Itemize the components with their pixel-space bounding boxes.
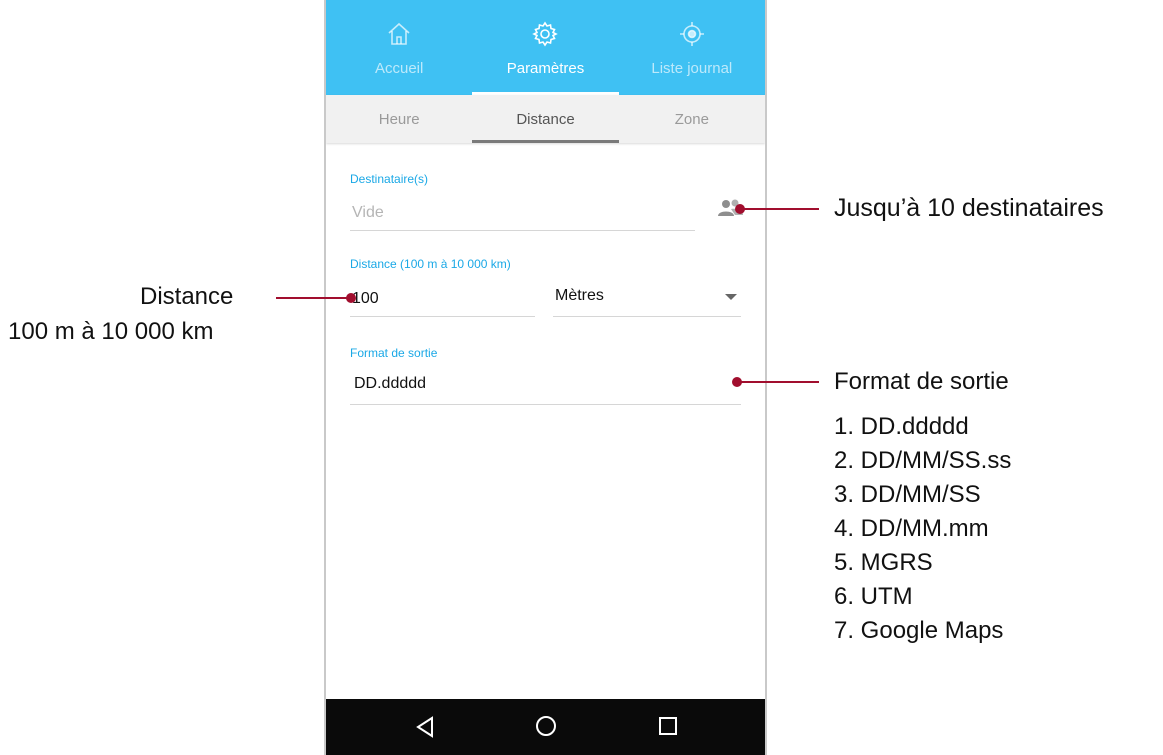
subtab-distance-label: Distance	[516, 110, 575, 128]
format-option: 5. MGRS	[834, 549, 933, 576]
format-value: DD.ddddd	[354, 375, 427, 392]
subtab-heure[interactable]: Heure	[326, 95, 472, 143]
format-option: 4. DD/MM.mm	[834, 515, 989, 542]
format-select[interactable]: DD.ddddd	[350, 370, 741, 405]
distance-input[interactable]: 100	[350, 282, 535, 317]
recipients-note: Jusqu’à 10 destinataires	[834, 194, 1104, 222]
distance-callout-dot	[346, 293, 356, 303]
format-label: Format de sortie	[350, 346, 438, 360]
subtab-zone-label: Zone	[674, 110, 709, 128]
recipients-callout-line	[743, 208, 819, 210]
recents-icon[interactable]	[658, 716, 678, 741]
format-option: 2. DD/MM/SS.ss	[834, 447, 1012, 474]
distance-callout-range: 100 m à 10 000 km	[8, 318, 214, 345]
subtab-distance[interactable]: Distance	[472, 95, 619, 143]
gear-icon	[532, 20, 559, 48]
recipients-label: Destinataire(s)	[350, 172, 429, 186]
distance-label: Distance (100 m à 10 000 km)	[350, 257, 511, 271]
format-option: 1. DD.ddddd	[834, 413, 969, 440]
distance-value: 100	[352, 290, 379, 307]
tab-parametres[interactable]: Paramètres	[472, 0, 619, 95]
tab-liste-journal[interactable]: Liste journal	[619, 0, 765, 95]
distance-callout-line	[276, 297, 350, 299]
recipients-placeholder: Vide	[352, 204, 384, 221]
home-circle-icon[interactable]	[534, 714, 558, 743]
home-icon	[386, 20, 412, 48]
system-nav-bar	[326, 699, 765, 755]
sub-tabs: Heure Distance Zone	[326, 95, 765, 143]
target-icon	[679, 20, 705, 48]
unit-select[interactable]: Mètres	[553, 282, 741, 317]
recipients-input[interactable]: Vide	[350, 198, 695, 231]
unit-value: Mètres	[555, 287, 604, 304]
subtab-zone[interactable]: Zone	[619, 95, 765, 143]
distance-callout-title: Distance	[140, 283, 234, 310]
tab-accueil[interactable]: Accueil	[326, 0, 472, 95]
format-callout-title: Format de sortie	[834, 368, 1009, 395]
format-callout-line	[740, 381, 819, 383]
format-option: 3. DD/MM/SS	[834, 481, 981, 508]
chevron-down-icon	[725, 294, 737, 300]
format-option: 7. Google Maps	[834, 617, 1004, 644]
active-subtab-indicator	[472, 140, 619, 143]
tab-accueil-label: Accueil	[374, 60, 424, 77]
top-navigation: Accueil Paramètres Liste journal	[326, 0, 765, 95]
format-option: 6. UTM	[834, 583, 913, 610]
tab-liste-journal-label: Liste journal	[651, 60, 733, 77]
back-icon[interactable]	[414, 715, 436, 744]
format-options-list: 1. DD.ddddd 2. DD/MM/SS.ss 3. DD/MM/SS 4…	[834, 410, 1011, 648]
subtab-heure-label: Heure	[378, 110, 420, 128]
tab-parametres-label: Paramètres	[506, 60, 585, 77]
phone-screen: Accueil Paramètres Liste journal Heure D…	[324, 0, 767, 755]
